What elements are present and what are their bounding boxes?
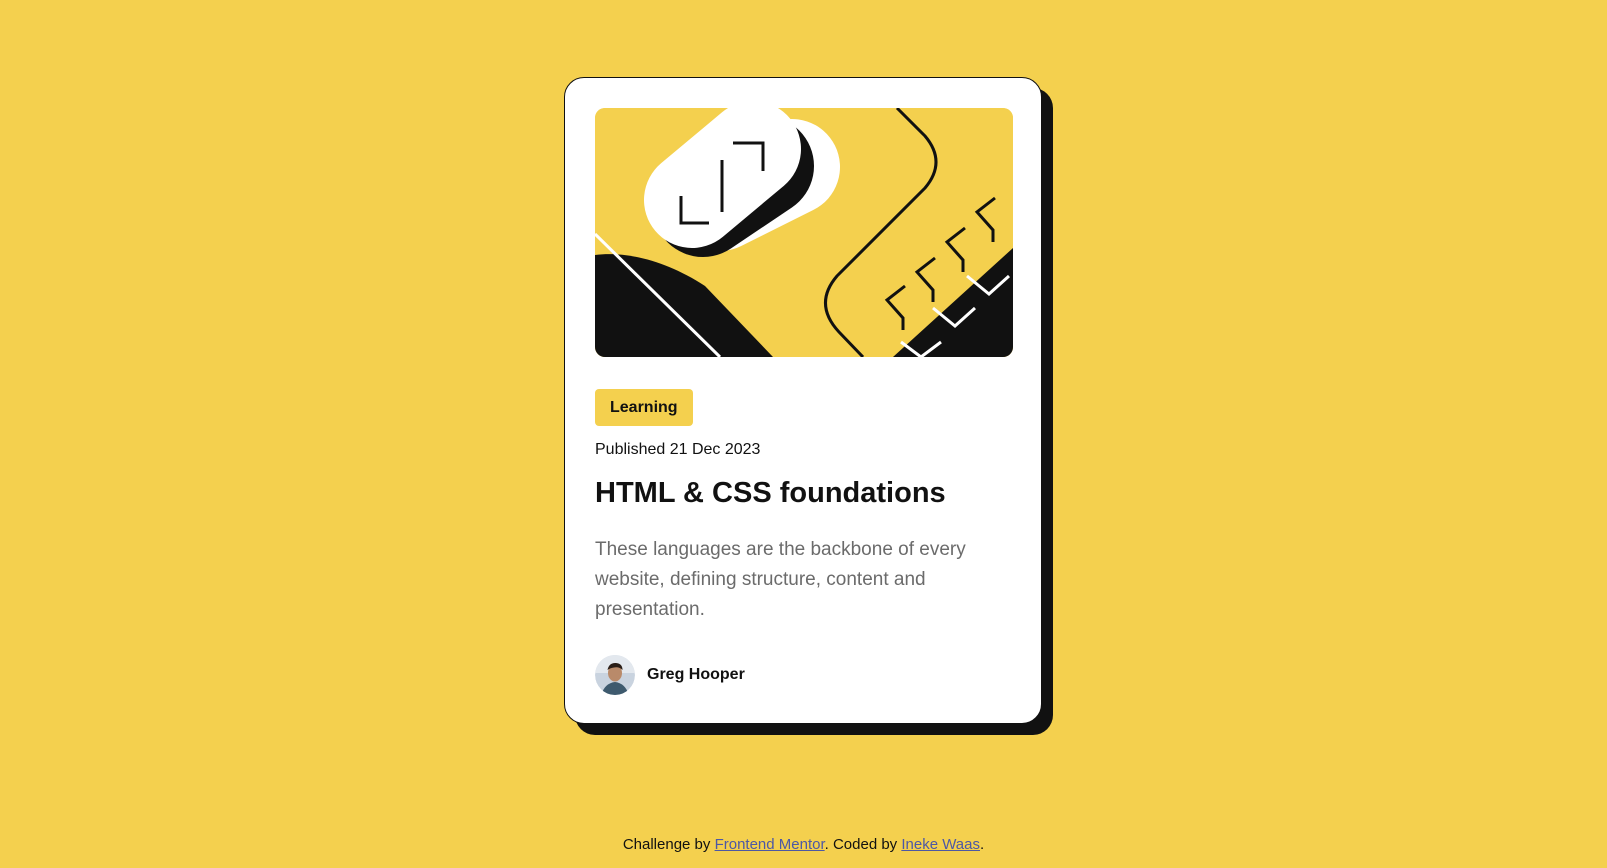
footer-middle: . Coded by [824,836,902,853]
category-tag: Learning [595,389,693,426]
card-description: These languages are the backbone of ever… [595,539,966,620]
attribution-footer: Challenge by Frontend Mentor. Coded by I… [0,836,1607,853]
hero-illustration [595,108,1013,357]
published-date: Published 21 Dec 2023 [595,441,761,458]
author-name: Greg Hooper [647,666,745,683]
author-avatar [595,655,635,695]
footer-suffix: . [980,836,985,853]
html-css-illustration [595,108,1013,357]
card-title[interactable]: HTML & CSS foundations [595,477,946,510]
blog-preview-card: Learning Published 21 Dec 2023 HTML & CS… [564,77,1042,724]
footer-prefix: Challenge by [622,836,715,853]
frontend-mentor-link[interactable]: Frontend Mentor [715,836,825,853]
coder-link[interactable]: Ineke Waas [901,836,980,853]
author: Greg Hooper [595,655,745,695]
